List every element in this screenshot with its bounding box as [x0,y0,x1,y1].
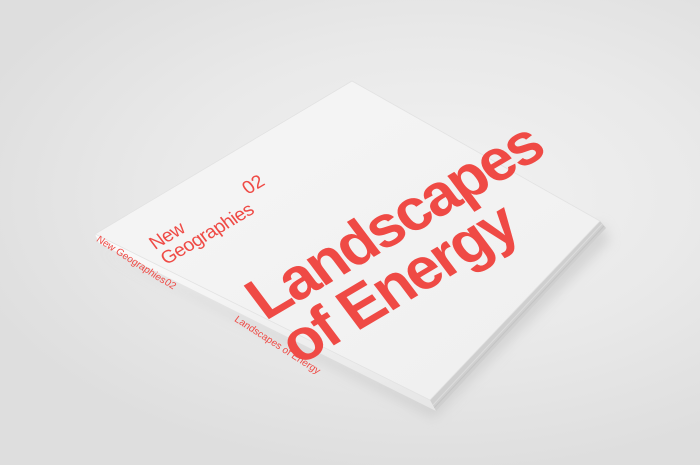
photo-background: New Geographies 02 Landscapes of Energy … [0,0,700,465]
